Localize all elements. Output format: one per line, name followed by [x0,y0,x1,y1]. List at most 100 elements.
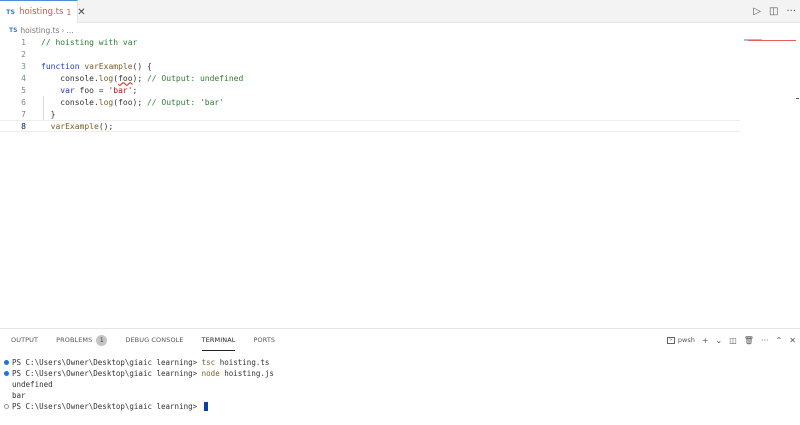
code-line[interactable]: 3 function varExample() { [0,60,740,72]
command-success-dot-icon[interactable] [4,371,9,376]
panel-tab-problems[interactable]: PROBLEMS 1 [56,329,108,351]
split-terminal-icon[interactable]: ◫ [729,336,737,345]
run-icon[interactable]: ▷ [753,6,761,17]
line-number: 1 [21,37,26,47]
terminal-line: PS C:\Users\Owner\Desktop\giaic learning… [4,401,274,412]
code-token: function [41,61,80,71]
split-editor-icon[interactable]: ◫ [769,6,778,17]
editor-actions: ▷ ◫ ··· [753,0,796,23]
typescript-file-icon: TS [9,27,18,34]
panel-tab-label: PROBLEMS [56,336,93,344]
terminal-icon: > [666,336,675,344]
code-token: foo = [74,85,109,95]
problems-count-badge: 1 [96,334,108,346]
shell-name: pwsh [677,336,695,344]
chevron-down-icon[interactable]: ⌄ [716,336,723,345]
code-line[interactable]: 6 console.log(foo); // Output: 'bar' [0,96,740,108]
code-token: (); [98,121,114,131]
command-success-dot-icon[interactable] [4,360,9,365]
line-number: 8 [21,121,26,131]
new-terminal-icon[interactable]: + [702,336,709,345]
minimap[interactable] [744,37,796,45]
code-token: // hoisting with var [41,37,138,47]
panel-tab-label: DEBUG CONSOLE [125,336,184,344]
error-squiggle: foo [118,73,133,83]
command-pending-dot-icon[interactable] [4,404,9,409]
editor-tab-bar: TS hoisting.ts 1 ✕ ▷ ◫ ··· [0,0,800,23]
terminal-prompt: PS C:\Users\Owner\Desktop\giaic learning… [12,402,202,411]
line-number: 4 [21,73,26,83]
terminal-line: undefined [4,379,274,390]
code-line[interactable]: 8 varExample(); [0,120,740,132]
breadcrumb-file[interactable]: hoisting.ts [20,26,59,35]
code-token: (foo); [113,97,147,107]
code-text: varExample(); [41,121,114,131]
terminal-output[interactable]: PS C:\Users\Owner\Desktop\giaic learning… [4,357,274,412]
maximize-panel-icon[interactable]: ⌃ [776,336,783,345]
terminal-line: PS C:\Users\Owner\Desktop\giaic learning… [4,368,274,379]
code-token: ); [132,73,147,83]
code-text: var foo = 'bar'; [41,86,137,95]
close-panel-icon[interactable]: ✕ [789,336,796,345]
code-token: console. [41,73,99,83]
tab-filename: hoisting.ts [19,7,64,17]
code-line[interactable]: 7 } [0,108,740,120]
terminal-cursor [203,402,208,411]
terminal-command-args: hoisting.ts [215,358,270,367]
code-token: () { [132,61,152,71]
line-number: 6 [21,97,26,107]
code-token: varExample [50,121,99,131]
panel-tab-label: OUTPUT [11,336,39,344]
panel-tab-bar: OUTPUT PROBLEMS 1 DEBUG CONSOLE TERMINAL PORT… [11,329,293,351]
more-actions-icon[interactable]: ··· [786,6,796,17]
terminal-line: bar [4,390,274,401]
line-number: 7 [21,109,26,119]
code-text: console.log(foo); // Output: undefined [41,74,243,83]
code-line[interactable]: 4 console.log(foo); // Output: undefined [0,72,740,84]
scrollbar-marker [796,98,799,99]
panel-tab-ports[interactable]: PORTS [253,329,275,351]
bottom-panel: OUTPUT PROBLEMS 1 DEBUG CONSOLE TERMINAL PORT… [0,328,800,425]
code-token: log [98,73,114,83]
panel-tab-debug-console[interactable]: DEBUG CONSOLE [125,329,183,351]
terminal-shell-selector[interactable]: > pwsh [666,336,695,344]
code-token: console. [41,97,99,107]
code-text: console.log(foo); // Output: 'bar' [41,98,224,107]
terminal-command: tsc [201,358,216,367]
panel-tab-output[interactable]: OUTPUT [11,329,38,351]
code-token: log [98,97,114,107]
code-token: // Output: 'bar' [146,97,225,107]
code-token: 'bar' [108,85,133,95]
breadcrumb-symbol[interactable]: ... [67,26,74,35]
minimap-error-line [748,40,796,41]
code-editor[interactable]: 1 // hoisting with var 2 3 function varExamp… [0,36,800,328]
code-text: } [41,109,56,119]
code-line[interactable]: 1 // hoisting with var [0,36,740,48]
code-token: } [41,109,56,119]
code-text: function varExample() { [41,62,152,71]
panel-tab-label: TERMINAL [201,335,236,344]
line-number: 5 [21,85,26,95]
close-icon[interactable]: ✕ [77,7,85,18]
panel-tab-terminal[interactable]: TERMINAL [201,329,236,351]
chevron-right-icon: › [61,26,65,35]
panel-actions: > pwsh + ⌄ ◫ 🗑 ··· ⌃ ✕ [666,329,796,351]
code-token: // Output: undefined [146,73,244,83]
terminal-prompt: PS C:\Users\Owner\Desktop\giaic learning… [12,358,202,367]
code-token: var [60,85,75,95]
terminal-command: node [201,369,220,378]
more-actions-icon[interactable]: ··· [761,336,769,345]
code-token: varExample [84,61,133,71]
line-number: 2 [21,49,26,59]
terminal-prompt: PS C:\Users\Owner\Desktop\giaic learning… [12,369,202,378]
tab-hoisting-ts[interactable]: TS hoisting.ts 1 ✕ [0,0,86,23]
tab-problem-count: 1 [66,7,72,17]
terminal-output-text: undefined [12,380,53,389]
trash-icon[interactable]: 🗑 [744,336,754,345]
code-line[interactable]: 2 [0,48,740,60]
line-number: 3 [21,61,26,71]
code-line[interactable]: 5 var foo = 'bar'; [0,84,740,96]
panel-tab-label: PORTS [253,336,276,344]
